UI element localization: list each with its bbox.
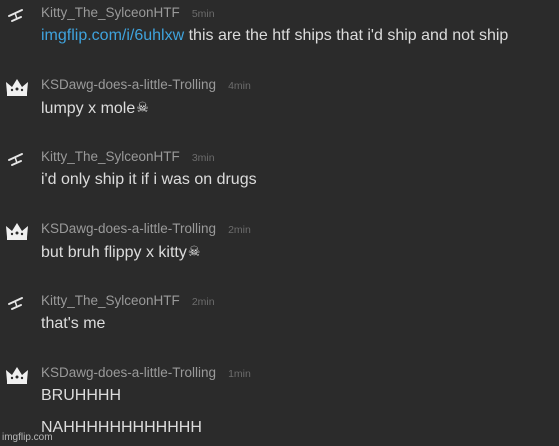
message-time: 5min bbox=[191, 8, 215, 20]
sword-icon[interactable] bbox=[4, 2, 30, 28]
chat-message: KSDawg-does-a-little-Trolling 1min BRUHHH… bbox=[0, 362, 559, 446]
message-author[interactable]: Kitty_The_SylceonHTF 3min bbox=[41, 149, 215, 164]
author-name[interactable]: KSDawg-does-a-little-Trolling bbox=[41, 221, 216, 236]
chat-message: Kitty_The_SylceonHTF 3min i'd only ship i… bbox=[0, 146, 559, 206]
message-body: lumpy x mole bbox=[41, 100, 136, 117]
message-text: lumpy x mole☠ bbox=[41, 99, 149, 118]
message-author[interactable]: KSDawg-does-a-little-Trolling 4min bbox=[41, 77, 251, 92]
chat-message: Kitty_The_SylceonHTF 5min imgflip.com/i/6… bbox=[0, 2, 559, 62]
message-body: that's me bbox=[41, 315, 106, 332]
message-time: 2min bbox=[191, 296, 215, 308]
message-body: BRUHHHH bbox=[41, 387, 121, 404]
message-text: but bruh flippy x kitty☠ bbox=[41, 243, 200, 262]
message-body: NAHHHHHHHHHHHH bbox=[41, 419, 202, 436]
message-text: that's me bbox=[41, 315, 105, 333]
author-name[interactable]: Kitty_The_SylceonHTF bbox=[41, 5, 180, 20]
skull-crossbones-icon: ☠ bbox=[187, 243, 201, 259]
crown-icon[interactable] bbox=[4, 362, 30, 388]
message-body: i'd only ship it if i was on drugs bbox=[41, 171, 257, 188]
author-name[interactable]: Kitty_The_SylceonHTF bbox=[41, 293, 180, 308]
message-time: 1min bbox=[228, 368, 251, 380]
crown-icon[interactable] bbox=[4, 218, 30, 244]
chat-message: KSDawg-does-a-little-Trolling 2min but br… bbox=[0, 218, 559, 278]
message-text: i'd only ship it if i was on drugs bbox=[41, 171, 257, 189]
author-name[interactable]: KSDawg-does-a-little-Trolling bbox=[41, 77, 216, 92]
chat-message: KSDawg-does-a-little-Trolling 4min lumpy … bbox=[0, 74, 559, 134]
chat-log: Kitty_The_SylceonHTF 5min imgflip.com/i/6… bbox=[0, 0, 559, 446]
message-author[interactable]: KSDawg-does-a-little-Trolling 2min bbox=[41, 221, 251, 236]
message-time: 4min bbox=[228, 80, 251, 92]
message-body: this are the htf ships that i'd ship and… bbox=[184, 27, 509, 44]
message-author[interactable]: KSDawg-does-a-little-Trolling 1min bbox=[41, 365, 251, 380]
author-name[interactable]: KSDawg-does-a-little-Trolling bbox=[41, 365, 216, 380]
message-text: imgflip.com/i/6uhlxw this are the htf sh… bbox=[41, 27, 508, 45]
sword-icon[interactable] bbox=[4, 290, 30, 316]
imgflip-watermark: imgflip.com bbox=[2, 432, 53, 443]
message-body: but bruh flippy x kitty bbox=[41, 244, 187, 261]
author-name[interactable]: Kitty_The_SylceonHTF bbox=[41, 149, 180, 164]
message-author[interactable]: Kitty_The_SylceonHTF 2min bbox=[41, 293, 215, 308]
message-text: BRUHHHH bbox=[41, 387, 121, 405]
message-link[interactable]: imgflip.com/i/6uhlxw bbox=[41, 27, 184, 44]
message-text-continued: NAHHHHHHHHHHHH bbox=[41, 419, 202, 437]
message-time: 3min bbox=[191, 152, 215, 164]
crown-icon[interactable] bbox=[4, 74, 30, 100]
chat-message: Kitty_The_SylceonHTF 2min that's me bbox=[0, 290, 559, 350]
skull-crossbones-icon: ☠ bbox=[136, 99, 149, 115]
sword-icon[interactable] bbox=[4, 146, 30, 172]
message-author[interactable]: Kitty_The_SylceonHTF 5min bbox=[41, 5, 215, 20]
message-time: 2min bbox=[228, 224, 251, 236]
